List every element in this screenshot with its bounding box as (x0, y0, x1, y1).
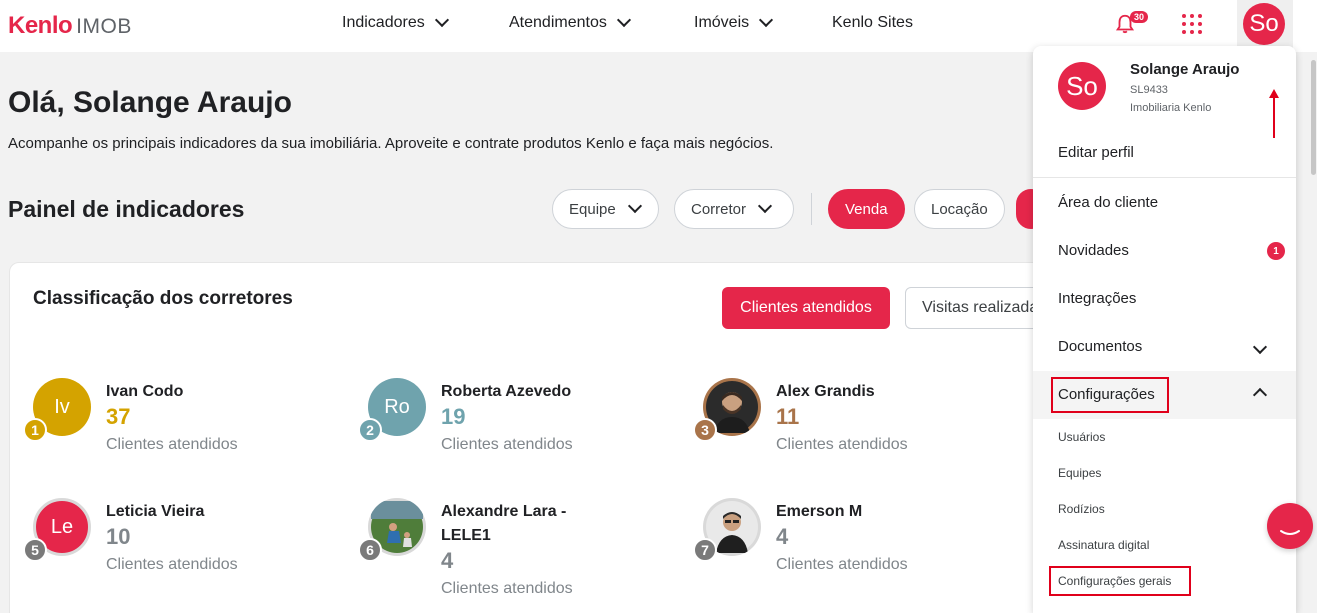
broker-count-label: Clientes atendidos (776, 436, 908, 453)
red-arrow-annotation-icon (1269, 89, 1279, 138)
filter-divider (811, 193, 812, 225)
tab-visitas-realizadas[interactable]: Visitas realizadas (905, 287, 1045, 329)
broker-name: Alexandre Lara - (441, 503, 567, 520)
broker-count-label: Clientes atendidos (441, 436, 573, 453)
nav-indicadores[interactable]: Indicadores (342, 12, 449, 32)
nav-imoveis-label: Imóveis (694, 14, 750, 31)
nav-imoveis[interactable]: Imóveis (694, 12, 774, 32)
nav-indicadores-label: Indicadores (342, 14, 425, 31)
chevron-down-icon (434, 12, 449, 28)
chat-icon (1280, 530, 1300, 535)
menu-user-company: Imobiliaria Kenlo (1130, 102, 1212, 114)
filter-team-label: Equipe (569, 200, 616, 218)
menu-settings-teams[interactable]: Equipes (1058, 466, 1101, 480)
menu-documents[interactable]: Documentos (1058, 338, 1142, 355)
menu-divider (1033, 177, 1296, 178)
page-greeting: Olá, Solange Araujo (8, 86, 292, 119)
rank-badge: 5 (23, 538, 47, 562)
chevron-down-icon (757, 198, 773, 214)
chevron-down-icon (627, 198, 642, 214)
filter-broker-label: Corretor (691, 200, 747, 218)
rank-badge: 2 (358, 418, 382, 442)
apps-grid-icon[interactable] (1182, 14, 1202, 34)
menu-user-code: SL9433 (1130, 84, 1168, 96)
tab-clientes-atendidos[interactable]: Clientes atendidos (722, 287, 890, 329)
nav-kenlo-sites[interactable]: Kenlo Sites (832, 14, 913, 32)
filter-broker-dropdown[interactable]: Corretor (674, 189, 794, 229)
nav-atendimentos[interactable]: Atendimentos (509, 12, 631, 32)
broker-count: 4 (441, 548, 454, 573)
filter-team-dropdown[interactable]: Equipe (552, 189, 659, 229)
broker-count-label: Clientes atendidos (106, 556, 238, 573)
filter-sale-toggle[interactable]: Venda (828, 189, 905, 229)
menu-settings-digital-signature[interactable]: Assinatura digital (1058, 538, 1149, 552)
menu-user-avatar: So (1058, 62, 1106, 110)
menu-integrations[interactable]: Integrações (1058, 290, 1136, 307)
kenlo-imob-logo[interactable]: Kenlo IMOB (8, 12, 132, 40)
nav-kenlo-sites-label: Kenlo Sites (832, 14, 913, 31)
highlight-box-annotation (1049, 566, 1191, 596)
ranking-title: Classificação dos corretores (33, 288, 293, 309)
broker-count-label: Clientes atendidos (441, 580, 573, 597)
menu-news[interactable]: Novidades (1058, 242, 1129, 259)
broker-name: Leticia Vieira (106, 503, 205, 520)
menu-settings-rotations[interactable]: Rodízios (1058, 502, 1105, 516)
rank-badge: 3 (693, 418, 717, 442)
chevron-down-icon (616, 12, 631, 28)
broker-count: 11 (776, 404, 800, 429)
highlight-box-annotation (1051, 377, 1169, 413)
rank-badge: 1 (23, 418, 47, 442)
filter-rent-toggle[interactable]: Locação (914, 189, 1005, 229)
menu-user-name: Solange Araujo (1130, 61, 1240, 78)
rank-badge: 6 (358, 538, 382, 562)
menu-settings-users[interactable]: Usuários (1058, 430, 1105, 444)
news-badge: 1 (1267, 242, 1285, 260)
broker-name: Roberta Azevedo (441, 383, 572, 400)
panel-title: Painel de indicadores (8, 196, 245, 222)
chevron-down-icon (759, 12, 774, 28)
logo-product: IMOB (76, 15, 132, 38)
scrollbar[interactable] (1311, 60, 1316, 175)
broker-count-label: Clientes atendidos (776, 556, 908, 573)
page-subtitle: Acompanhe os principais indicadores da s… (8, 135, 774, 152)
menu-edit-profile[interactable]: Editar perfil (1058, 144, 1134, 161)
broker-count: 4 (776, 524, 789, 549)
rank-badge: 7 (693, 538, 717, 562)
broker-count-label: Clientes atendidos (106, 436, 238, 453)
profile-dropdown-menu (1033, 46, 1296, 613)
user-avatar[interactable]: So (1243, 3, 1285, 45)
logo-brand: Kenlo (8, 12, 73, 39)
nav-atendimentos-label: Atendimentos (509, 14, 607, 31)
broker-count: 19 (441, 404, 466, 429)
broker-name-line2: LELE1 (441, 527, 491, 544)
broker-name: Emerson M (776, 503, 863, 520)
chat-button[interactable] (1267, 503, 1313, 549)
broker-count: 37 (106, 404, 131, 429)
broker-name: Ivan Codo (106, 383, 184, 400)
notification-count-badge: 30 (1130, 11, 1149, 23)
broker-name: Alex Grandis (776, 383, 875, 400)
broker-count: 10 (106, 524, 131, 549)
menu-client-area[interactable]: Área do cliente (1058, 194, 1158, 211)
